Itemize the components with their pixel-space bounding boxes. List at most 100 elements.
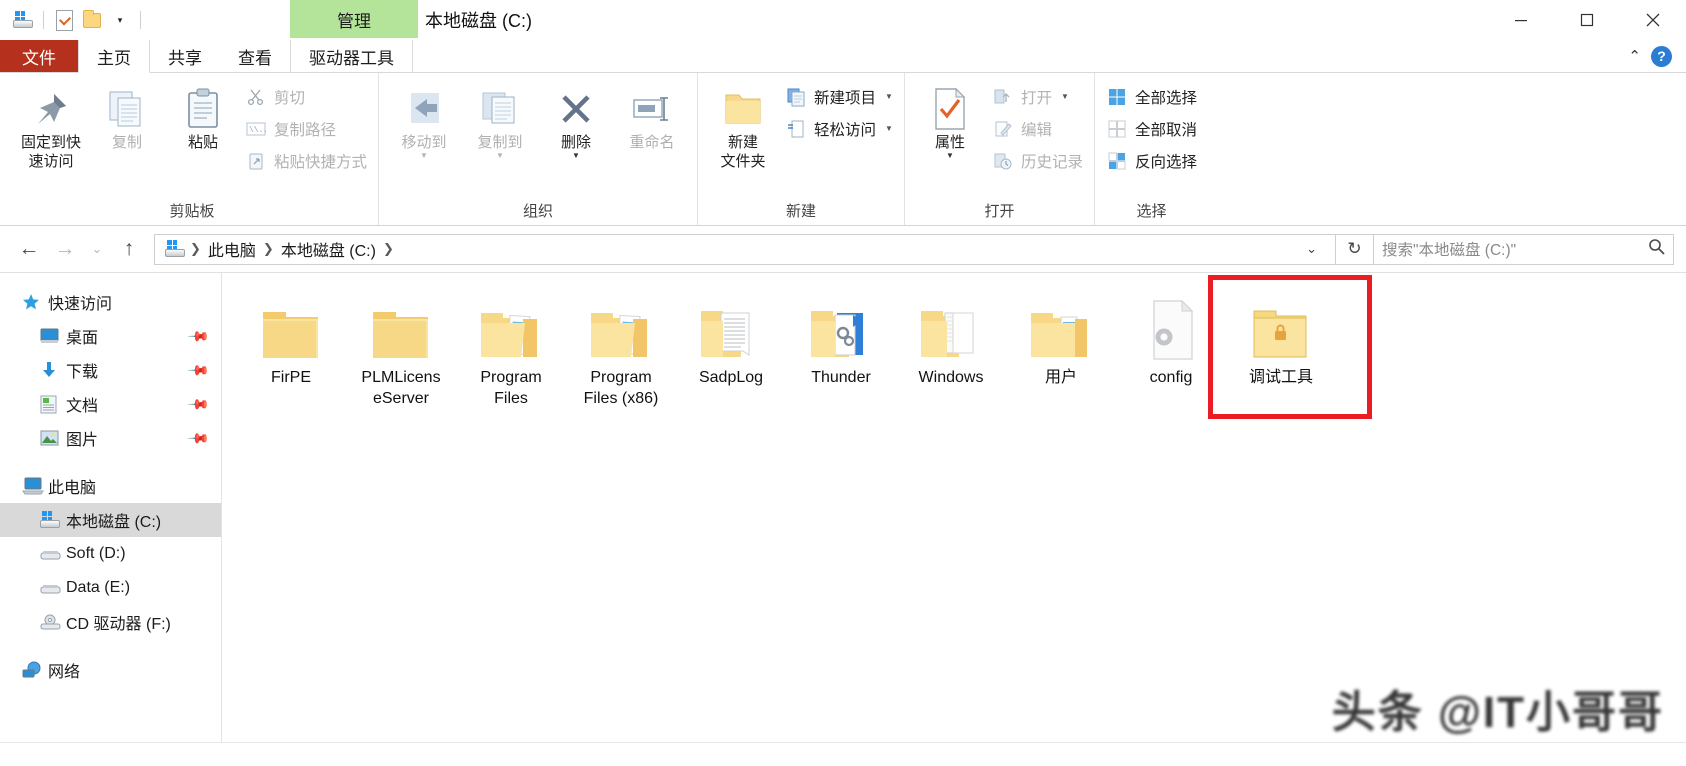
copy-path-button[interactable]: \\.. 复制路径 <box>241 115 371 142</box>
pin-icon[interactable]: 📌 <box>186 358 210 382</box>
copy-button[interactable]: 复制 <box>89 81 165 156</box>
cut-button[interactable]: 剪切 <box>241 83 371 110</box>
copy-to-dropdown-icon[interactable]: ▼ <box>496 153 504 159</box>
collapse-ribbon-icon[interactable]: ⌃ <box>1628 47 1641 65</box>
properties-checkmark-icon[interactable] <box>51 7 77 33</box>
recent-locations-button[interactable]: ⌄ <box>84 232 110 266</box>
breadcrumb-separator-2[interactable]: ❯ <box>382 241 395 257</box>
breadcrumb-drive-icon[interactable] <box>161 240 189 258</box>
cut-label: 剪切 <box>274 86 305 108</box>
pin-to-quick-access-label: 固定到快速访问 <box>21 133 81 171</box>
open-button[interactable]: 打开 ▼ <box>988 83 1087 110</box>
file-item-plmlicenseserver[interactable]: PLMLicenseServer <box>346 289 456 409</box>
sidebar-item-data-e[interactable]: Data (E:) <box>0 571 221 605</box>
new-folder-icon[interactable] <box>79 7 105 33</box>
move-to-button[interactable]: 移动到 ▼ <box>386 81 462 163</box>
help-icon[interactable]: ? <box>1651 46 1672 67</box>
pin-icon[interactable]: 📌 <box>186 392 210 416</box>
file-item-sadplog[interactable]: SadpLog <box>676 289 786 409</box>
history-icon <box>992 150 1014 172</box>
delete-button[interactable]: 删除 ▼ <box>538 81 614 163</box>
sidebar-item-local-disk-c[interactable]: 本地磁盘 (C:) <box>0 503 221 537</box>
tab-drive-tools[interactable]: 驱动器工具 <box>290 40 413 72</box>
file-item-program-files-x86[interactable]: ProgramFiles (x86) <box>566 289 676 409</box>
tab-file-label: 文件 <box>22 44 56 69</box>
ribbon-group-clipboard: 固定到快速访问 复制 <box>6 73 378 225</box>
sidebar-item-quick-access[interactable]: 快速访问 <box>0 285 221 319</box>
maximize-button[interactable] <box>1554 0 1620 40</box>
breadcrumb-separator-0[interactable]: ❯ <box>189 241 202 257</box>
sidebar-item-soft-d[interactable]: Soft (D:) <box>0 537 221 571</box>
tab-drive-tools-label: 驱动器工具 <box>309 44 394 69</box>
sidebar-item-cd-drive-f[interactable]: CD 驱动器 (F:) <box>0 605 221 639</box>
file-item-windows[interactable]: Windows <box>896 289 1006 409</box>
back-button[interactable]: ← <box>12 232 46 266</box>
breadcrumb-separator-1[interactable]: ❯ <box>262 241 275 257</box>
tab-home[interactable]: 主页 <box>78 40 150 73</box>
file-item-config[interactable]: config <box>1116 289 1226 409</box>
chevron-down-icon[interactable]: ▾ <box>107 7 133 33</box>
easy-access-button[interactable]: 轻松访问 ▼ <box>781 115 897 142</box>
file-item-users[interactable]: 用户 <box>1006 289 1116 409</box>
delete-dropdown-icon[interactable]: ▼ <box>572 153 580 159</box>
ribbon-group-organize-label: 组织 <box>386 199 690 225</box>
copy-path-label: 复制路径 <box>274 118 336 140</box>
paste-shortcut-icon <box>245 150 267 172</box>
select-none-button[interactable]: 全部取消 <box>1102 115 1201 142</box>
minimize-button[interactable] <box>1488 0 1554 40</box>
file-list-view[interactable]: FirPE PLMLicenseServer <box>222 273 1686 766</box>
refresh-button[interactable]: ↻ <box>1336 234 1374 265</box>
rename-button[interactable]: 重命名 <box>614 81 690 156</box>
tab-file[interactable]: 文件 <box>0 40 78 72</box>
breadcrumb[interactable]: ❯ 此电脑 ❯ 本地磁盘 (C:) ❯ ⌄ <box>154 234 1336 265</box>
open-dropdown-icon[interactable]: ▼ <box>1061 92 1069 101</box>
tab-share[interactable]: 共享 <box>150 40 220 72</box>
edit-button[interactable]: 编辑 <box>988 115 1087 142</box>
tab-view[interactable]: 查看 <box>220 40 290 72</box>
pin-icon[interactable]: 📌 <box>186 324 210 348</box>
properties-dropdown-icon[interactable]: ▼ <box>946 153 954 159</box>
edit-label: 编辑 <box>1021 118 1052 140</box>
forward-button[interactable]: → <box>48 232 82 266</box>
drive-icon[interactable] <box>10 7 36 33</box>
breadcrumb-item-this-pc[interactable]: 此电脑 <box>202 237 262 261</box>
contextual-tab-manage[interactable]: 管理 <box>290 0 418 38</box>
file-item-debug-tools[interactable]: 调试工具 <box>1226 289 1336 409</box>
ribbon-group-clipboard-label: 剪贴板 <box>13 199 371 225</box>
copy-to-label: 复制到 <box>478 133 523 152</box>
file-name: SadpLog <box>677 367 785 388</box>
new-item-button[interactable]: 新建项目 ▼ <box>781 83 897 110</box>
folder-empty-icon <box>260 297 322 361</box>
up-button[interactable]: ↑ <box>112 232 146 266</box>
copy-to-button[interactable]: 复制到 ▼ <box>462 81 538 163</box>
sidebar-item-network[interactable]: 网络 <box>0 653 221 687</box>
file-name: ProgramFiles (x86) <box>567 367 675 409</box>
breadcrumb-item-local-disk[interactable]: 本地磁盘 (C:) <box>275 237 382 261</box>
file-name-line2: eServer <box>373 390 429 407</box>
history-button[interactable]: 历史记录 <box>988 147 1087 174</box>
sidebar-item-downloads[interactable]: 下载 📌 <box>0 353 221 387</box>
close-button[interactable] <box>1620 0 1686 40</box>
file-item-thunder[interactable]: Thunder <box>786 289 896 409</box>
move-to-dropdown-icon[interactable]: ▼ <box>420 153 428 159</box>
select-all-button[interactable]: 全部选择 <box>1102 83 1201 110</box>
sidebar-item-this-pc[interactable]: 此电脑 <box>0 469 221 503</box>
paste-shortcut-button[interactable]: 粘贴快捷方式 <box>241 147 371 174</box>
file-item-program-files[interactable]: ProgramFiles <box>456 289 566 409</box>
pin-icon[interactable]: 📌 <box>186 426 210 450</box>
sidebar-item-pictures[interactable]: 图片 📌 <box>0 421 221 455</box>
new-folder-button[interactable]: 新建文件夹 <box>705 81 781 175</box>
breadcrumb-dropdown-icon[interactable]: ⌄ <box>1294 241 1329 257</box>
paste-button[interactable]: 粘贴 <box>165 81 241 156</box>
sidebar-item-desktop[interactable]: 桌面 📌 <box>0 319 221 353</box>
search-icon[interactable] <box>1648 238 1665 260</box>
sidebar-item-documents[interactable]: 文档 📌 <box>0 387 221 421</box>
invert-selection-button[interactable]: 反向选择 <box>1102 147 1201 174</box>
easy-access-dropdown-icon[interactable]: ▼ <box>885 124 893 133</box>
pin-to-quick-access-button[interactable]: 固定到快速访问 <box>13 81 89 175</box>
new-small-commands: 新建项目 ▼ 轻松访问 ▼ <box>781 81 897 142</box>
file-item-firpe[interactable]: FirPE <box>236 289 346 409</box>
new-item-dropdown-icon[interactable]: ▼ <box>885 92 893 101</box>
properties-button[interactable]: 属性 ▼ <box>912 81 988 163</box>
search-input[interactable]: 搜索"本地磁盘 (C:)" <box>1374 234 1674 265</box>
